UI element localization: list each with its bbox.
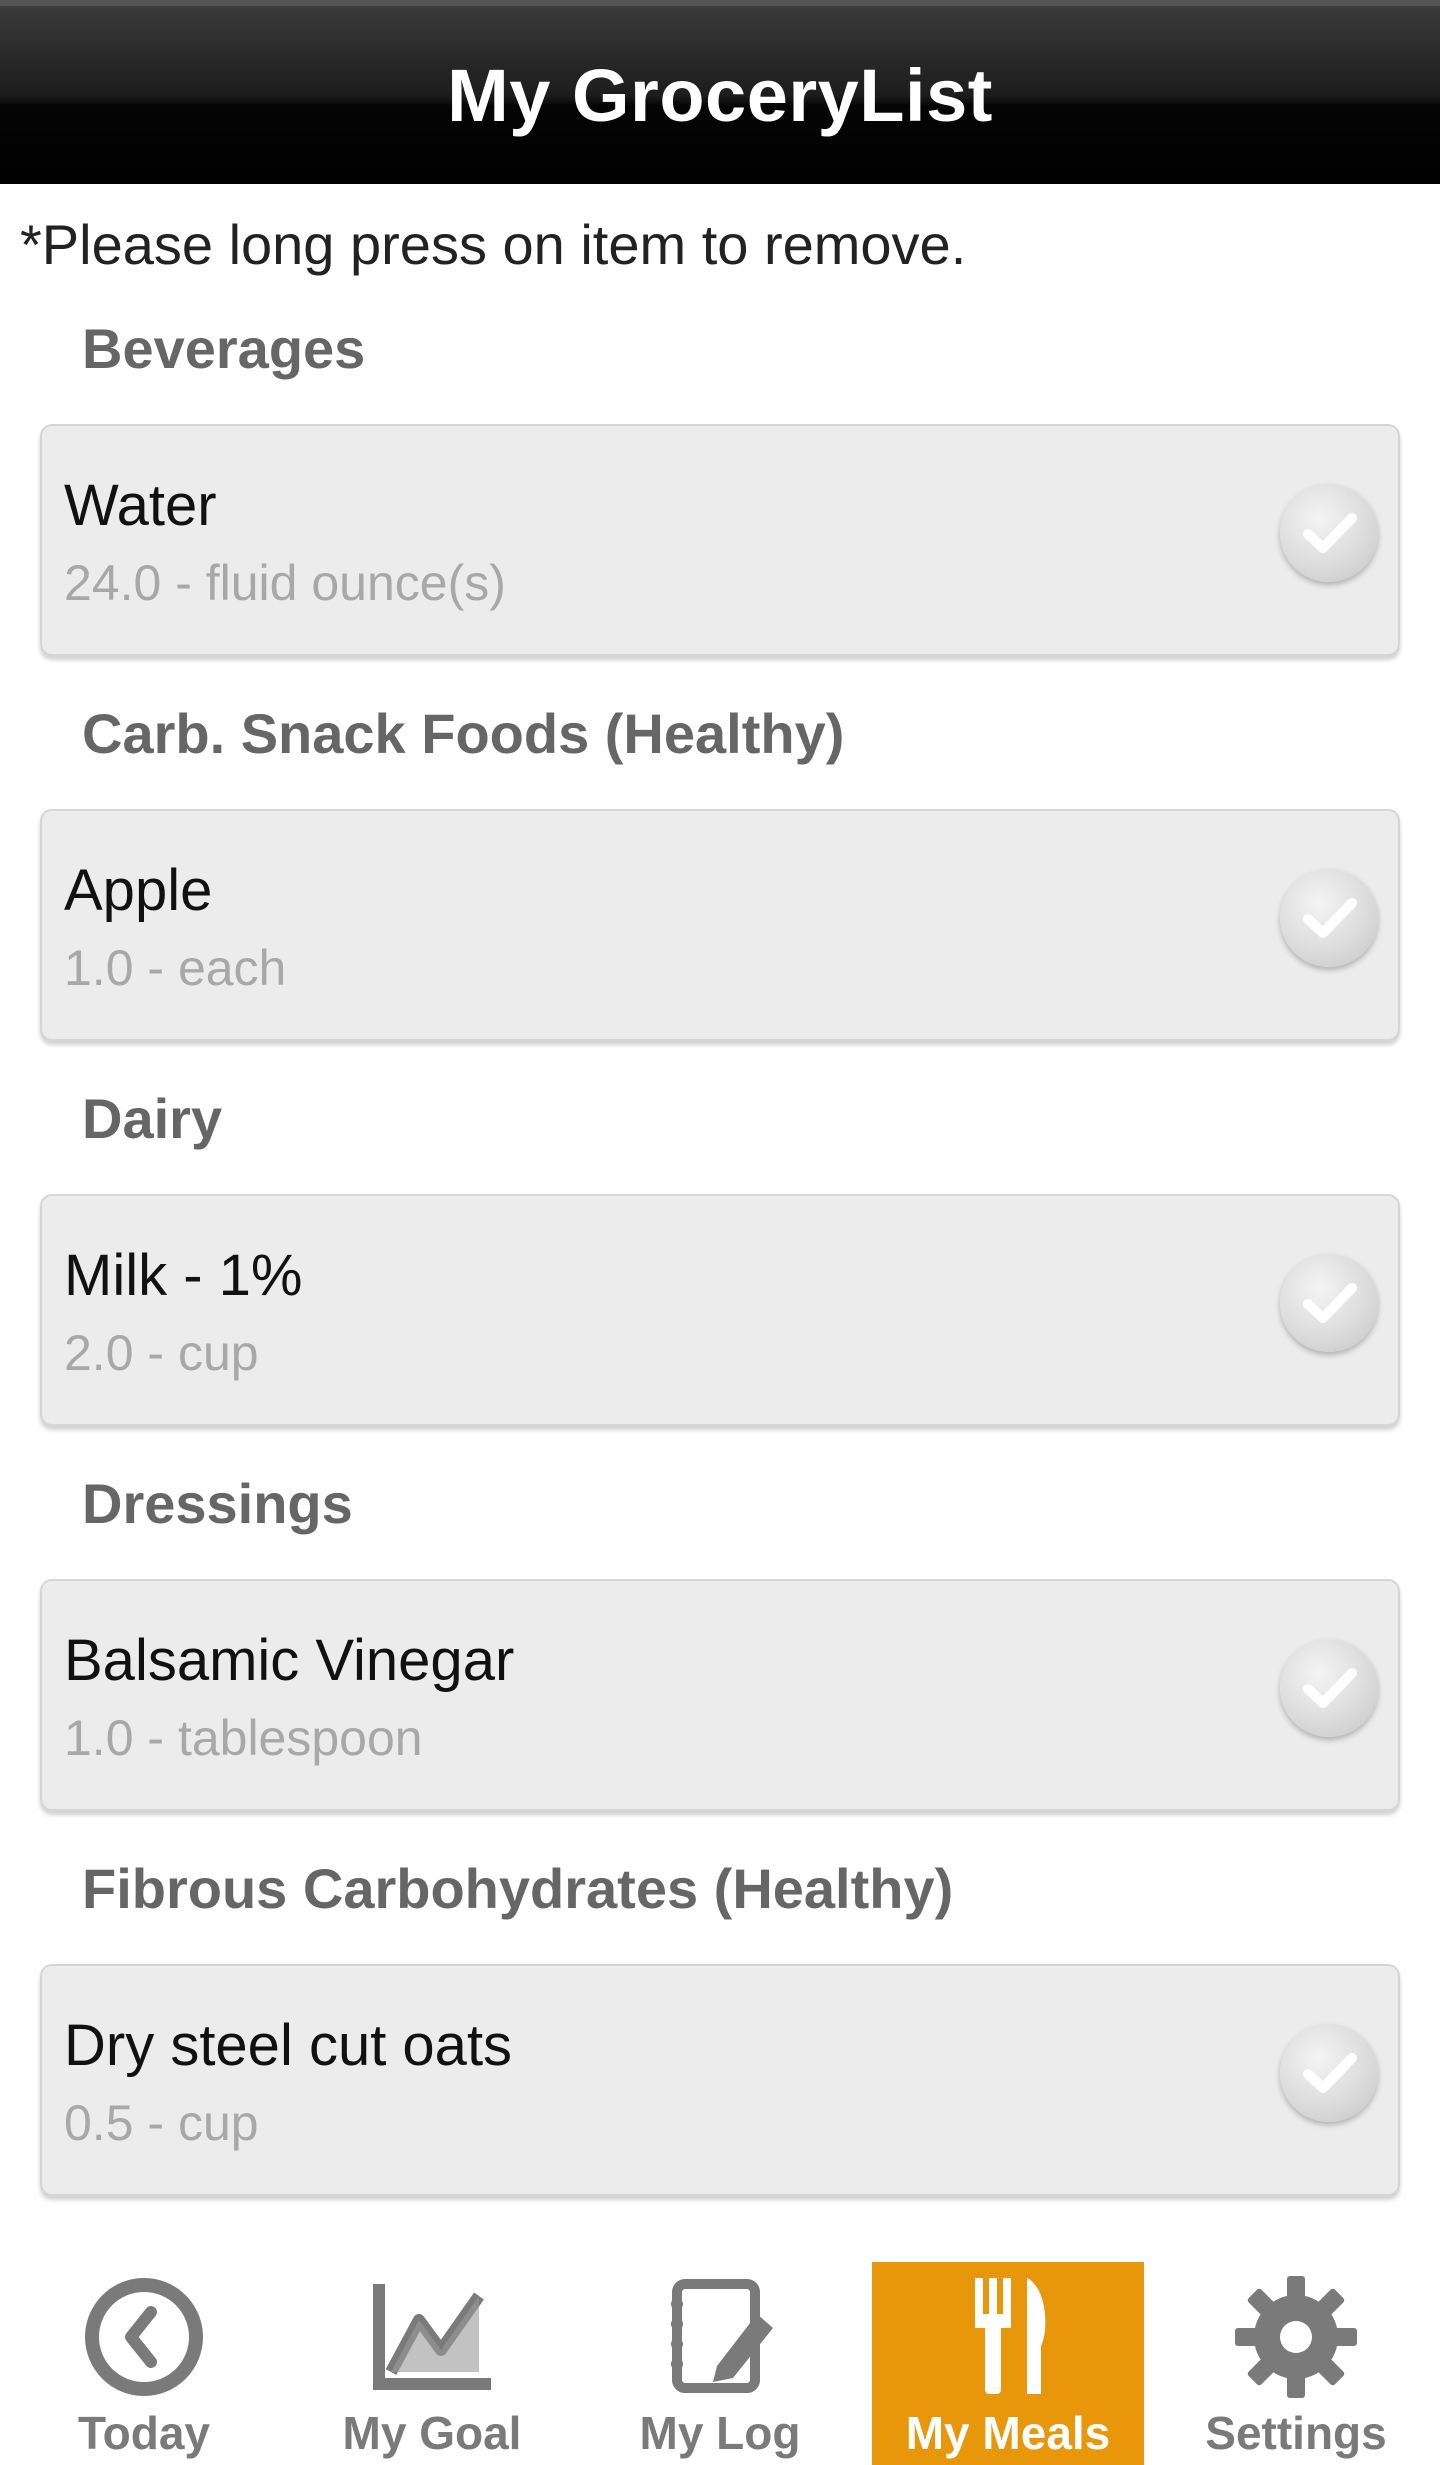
section-title: Fibrous Carbohydrates (Healthy): [82, 1857, 954, 1920]
tab-settings[interactable]: Settings: [1160, 2262, 1432, 2465]
chart-icon: [369, 2274, 495, 2405]
item-quantity: 2.0 - cup: [64, 1325, 259, 1381]
check-icon[interactable]: [1280, 869, 1378, 967]
check-icon[interactable]: [1280, 2024, 1378, 2122]
grocery-item[interactable]: Milk - 1% 2.0 - cup: [40, 1194, 1400, 1426]
section-title: Dressings: [82, 1472, 353, 1535]
tab-label: My Meals: [905, 2407, 1111, 2459]
gear-icon: [1233, 2274, 1359, 2405]
grocery-item[interactable]: Dry steel cut oats 0.5 - cup: [40, 1964, 1400, 2196]
tab-my-goal[interactable]: My Goal: [296, 2262, 568, 2465]
item-quantity: 1.0 - tablespoon: [64, 1710, 423, 1766]
remove-hint: *Please long press on item to remove.: [20, 213, 967, 276]
item-name: Apple: [64, 858, 213, 923]
tab-label: My Log: [639, 2407, 801, 2459]
tab-today[interactable]: Today: [8, 2262, 280, 2465]
notepad-icon: [657, 2274, 783, 2405]
section-title: Dairy: [82, 1087, 223, 1150]
page-title: My GroceryList: [447, 53, 993, 137]
tab-label: Today: [77, 2407, 211, 2459]
item-name: Water: [64, 473, 217, 538]
item-name: Milk - 1%: [64, 1243, 303, 1308]
section-title: Beverages: [82, 317, 366, 380]
item-quantity: 24.0 - fluid ounce(s): [64, 555, 506, 611]
item-quantity: 1.0 - each: [64, 940, 287, 996]
check-icon[interactable]: [1280, 1254, 1378, 1352]
tab-my-log[interactable]: My Log: [584, 2262, 856, 2465]
bottom-tab-bar: Today My Goal My Log My Meals Settings: [0, 2262, 1440, 2465]
tab-label: Settings: [1205, 2407, 1387, 2459]
item-name: Dry steel cut oats: [64, 2013, 513, 2078]
item-name: Balsamic Vinegar: [64, 1628, 515, 1693]
grocery-item[interactable]: Balsamic Vinegar 1.0 - tablespoon: [40, 1579, 1400, 1811]
check-icon[interactable]: [1280, 1639, 1378, 1737]
clock-icon: [81, 2274, 207, 2405]
item-quantity: 0.5 - cup: [64, 2095, 259, 2151]
fork-knife-icon: [945, 2274, 1071, 2405]
tab-label: My Goal: [342, 2407, 522, 2459]
tab-my-meals[interactable]: My Meals: [872, 2262, 1144, 2465]
grocery-item[interactable]: Water 24.0 - fluid ounce(s): [40, 424, 1400, 656]
app-header: My GroceryList: [0, 0, 1440, 184]
grocery-item[interactable]: Apple 1.0 - each: [40, 809, 1400, 1041]
check-icon[interactable]: [1280, 484, 1378, 582]
section-title: Carb. Snack Foods (Healthy): [82, 702, 845, 765]
